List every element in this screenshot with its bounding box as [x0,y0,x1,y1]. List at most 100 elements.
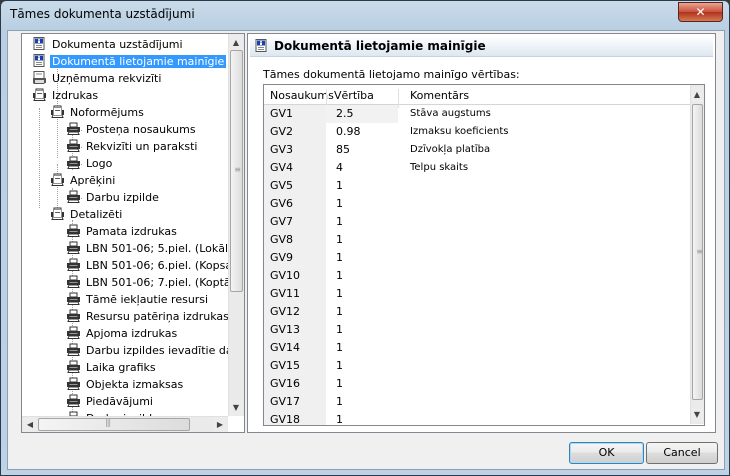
tree-item[interactable]: Posteņa nosaukums [66,122,198,138]
scroll-right-button[interactable]: ▶ [213,417,227,432]
document-info-icon [33,37,45,50]
variable-comment-cell[interactable] [398,303,688,321]
scroll-left-button[interactable]: ◀ [23,417,37,432]
column-header-comment[interactable]: Komentārs [410,89,469,102]
tree-item[interactable]: Resursu patēriņa izdrukas [66,309,231,325]
scroll-down-button[interactable]: ▼ [229,400,243,415]
tree-item[interactable]: Piedāvājumi [66,394,155,410]
variable-comment-cell[interactable]: Telpu skaits [398,159,688,177]
variable-comment-cell[interactable] [398,375,688,393]
variable-comment-cell[interactable] [398,321,688,339]
grip-icon: ≡ [696,247,703,256]
variable-comment-cell[interactable] [398,393,688,411]
variable-value-cell[interactable]: 4 [326,159,398,177]
table-row[interactable]: GV11 1 [264,285,690,303]
variable-comment-cell[interactable]: Stāva augstums [398,105,688,123]
ok-button[interactable]: OK [569,442,644,464]
variable-comment-cell[interactable]: Dzīvokļa platība [398,141,688,159]
variable-value-cell[interactable]: 0.98 [326,123,398,141]
tree-item[interactable]: Laika grafiks [66,360,158,376]
expander-noformejums[interactable]: − [53,107,62,116]
table-row[interactable]: GV5 1 [264,177,690,195]
grid-scroll-thumb[interactable]: ≡ [692,104,703,400]
variable-comment-cell[interactable] [398,231,688,249]
printer-icon [67,360,80,373]
expander-aprekini[interactable]: − [53,175,62,184]
tree-item[interactable]: Rekvizīti un paraksti [66,139,199,155]
variable-comment-cell[interactable] [398,213,688,231]
table-row[interactable]: GV7 1 [264,213,690,231]
variable-value-cell[interactable]: 1 [326,375,398,393]
table-row[interactable]: GV10 1 [264,267,690,285]
close-button[interactable]: ✕ [678,2,723,22]
cancel-button[interactable]: Cancel [646,442,718,464]
variable-value-cell[interactable]: 1 [326,177,398,195]
variable-comment-cell[interactable] [398,249,688,267]
grid-scroll-down-button[interactable]: ▼ [691,407,703,422]
table-row[interactable]: GV1 2.5 Stāva augstums [264,105,690,123]
table-row[interactable]: GV9 1 [264,249,690,267]
tree-item[interactable]: Uzņēmuma rekvizīti [32,71,163,87]
tree-item[interactable]: LBN 501-06; 6.piel. (Kopsav [66,258,241,274]
table-row[interactable]: GV18 1 [264,411,690,425]
variable-value-cell[interactable]: 1 [326,231,398,249]
tree-item[interactable]: Noformējums [50,105,146,121]
variable-value-cell[interactable]: 1 [326,357,398,375]
tree-item[interactable]: LBN 501-06; 7.piel. (Koptām [66,275,243,291]
tree-item[interactable]: Logo [66,156,114,172]
variable-value-cell[interactable]: 85 [326,141,398,159]
tree-horizontal-scrollbar[interactable]: ◀ ||| ▶ [22,416,228,432]
tree-item[interactable]: Dokumenta uzstādījumi [32,37,185,53]
scroll-up-button[interactable]: ▲ [229,35,243,50]
table-row[interactable]: GV2 0.98 Izmaksu koeficients [264,123,690,141]
variable-comment-cell[interactable] [398,195,688,213]
table-row[interactable]: GV3 85 Dzīvokļa platība [264,141,690,159]
table-row[interactable]: GV6 1 [264,195,690,213]
variable-value-cell[interactable]: 1 [326,249,398,267]
table-row[interactable]: GV16 1 [264,375,690,393]
variable-comment-cell[interactable] [398,357,688,375]
variable-comment-cell[interactable] [398,177,688,195]
table-row[interactable]: GV17 1 [264,393,690,411]
title-bar[interactable]: Tāmes dokumenta uzstādījumi ✕ [1,1,729,29]
variable-value-cell[interactable]: 2.5 [326,105,398,123]
variable-value-cell[interactable]: 1 [326,285,398,303]
variable-comment-cell[interactable] [398,285,688,303]
table-row[interactable]: GV13 1 [264,321,690,339]
tree-vertical-scrollbar[interactable]: ▲ ≡ ▼ [228,34,244,416]
tree-item[interactable]: Apjoma izdrukas [66,326,179,342]
variable-value-cell[interactable]: 1 [326,321,398,339]
tree-item[interactable]: LBN 501-06; 5.piel. (Lokālā t [66,241,244,257]
variable-comment-cell[interactable]: Izmaksu koeficients [398,123,688,141]
expander-izdrukas[interactable]: − [35,90,44,99]
tree-item[interactable]: Tāmē iekļautie resursi [66,292,210,308]
table-row[interactable]: GV15 1 [264,357,690,375]
variable-comment-cell[interactable] [398,339,688,357]
variable-comment-cell[interactable] [398,411,688,425]
variable-value-cell[interactable]: 1 [326,303,398,321]
column-header-name[interactable]: Nosaukums [270,89,334,102]
tree-item[interactable]: Darbu izpilde [66,190,161,206]
grid-vertical-scrollbar[interactable]: ▲ ≡ ▼ [690,85,704,424]
variable-value-cell[interactable]: 1 [326,411,398,425]
table-row[interactable]: GV12 1 [264,303,690,321]
variable-value-cell[interactable]: 1 [326,339,398,357]
column-header-value[interactable]: Vērtība [334,89,374,102]
tree-hscroll-thumb[interactable]: ||| [38,418,190,431]
variable-value-cell[interactable]: 1 [326,267,398,285]
table-row[interactable]: GV14 1 [264,339,690,357]
tree-item[interactable]: Pamata izdrukas [66,224,179,240]
grid-scroll-up-button[interactable]: ▲ [691,87,703,102]
tree-item[interactable]: Dokumentā lietojamie mainīgie [32,54,227,70]
tree-item[interactable]: Objekta izmaksas [66,377,185,393]
variable-comment-cell[interactable] [398,267,688,285]
table-row[interactable]: GV8 1 [264,231,690,249]
variable-value-cell[interactable]: 1 [326,393,398,411]
grip-icon: ≡ [234,165,241,174]
tree-scroll-thumb[interactable]: ≡ [230,50,243,292]
variable-value-cell[interactable]: 1 [326,195,398,213]
tree-item[interactable]: Darbu izpildes ievadītie dati [66,343,242,359]
variable-value-cell[interactable]: 1 [326,213,398,231]
table-row[interactable]: GV4 4 Telpu skaits [264,159,690,177]
expander-detalizeti[interactable]: − [53,209,62,218]
